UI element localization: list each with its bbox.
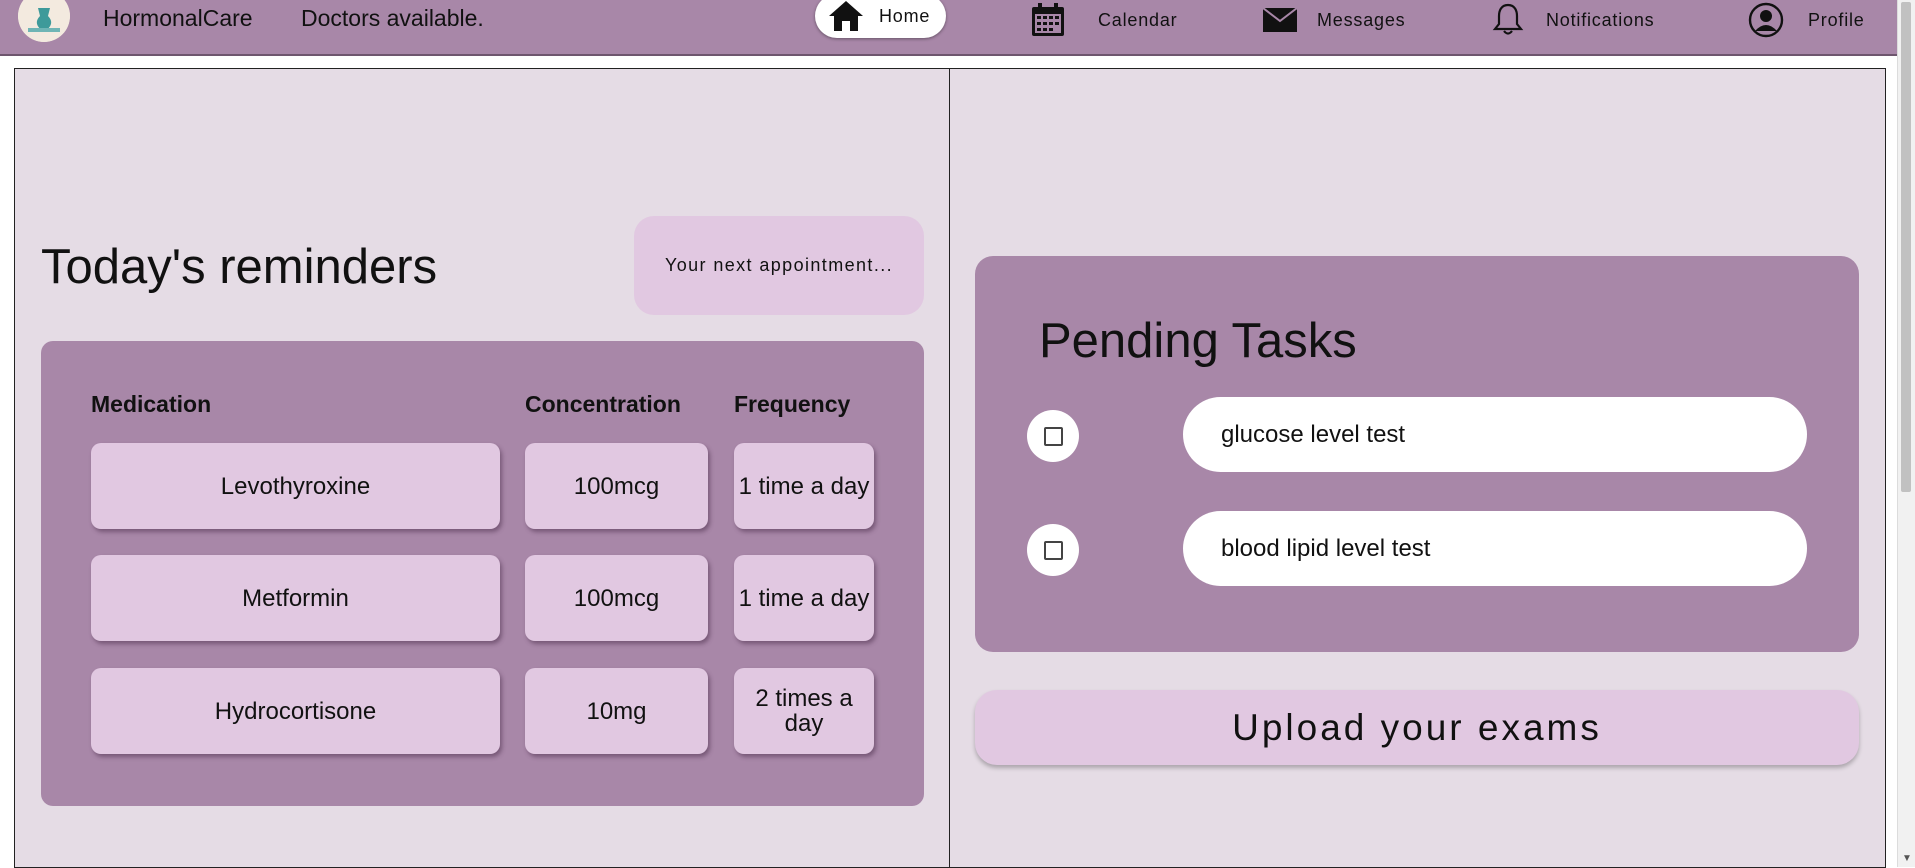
nav-messages[interactable]: Messages	[1263, 0, 1405, 40]
medication-cell: Metformin	[91, 555, 500, 641]
nav-home[interactable]: Home	[815, 0, 947, 38]
medication-cell: Levothyroxine	[91, 443, 500, 529]
task-item[interactable]: blood lipid level test	[1183, 511, 1807, 586]
scroll-down-arrow-icon[interactable]: ▼	[1902, 853, 1912, 864]
nav-label: Profile	[1808, 9, 1865, 30]
reminders-title: Today's reminders	[41, 240, 438, 294]
nav-label: Calendar	[1098, 9, 1178, 30]
medication-cell: Hydrocortisone	[91, 668, 500, 754]
envelope-icon	[1263, 8, 1297, 32]
calendar-icon	[1030, 2, 1066, 38]
home-icon	[827, 0, 865, 33]
user-icon	[1748, 2, 1784, 38]
column-header-frequency: Frequency	[734, 391, 851, 417]
next-appointment-button[interactable]: Your next appointment...	[634, 216, 924, 315]
nav-label: Notifications	[1546, 9, 1655, 30]
frequency-cell: 1 time a day	[734, 443, 874, 529]
checkbox-icon	[1043, 426, 1063, 446]
concentration-cell: 10mg	[525, 668, 708, 754]
frequency-cell: 1 time a day	[734, 555, 874, 641]
task-checkbox[interactable]	[1027, 524, 1079, 576]
column-header-medication: Medication	[91, 391, 212, 417]
app-logo[interactable]	[18, 0, 70, 42]
header-tagline: Doctors available.	[301, 5, 484, 31]
nav-label: Home	[879, 5, 931, 26]
brand-name: HormonalCare	[103, 5, 253, 31]
checkbox-icon	[1043, 540, 1063, 560]
frequency-cell: 2 times a day	[734, 668, 874, 754]
pending-tasks-title: Pending Tasks	[1039, 314, 1357, 368]
bell-icon	[1490, 2, 1526, 38]
nav-profile[interactable]: Profile	[1748, 0, 1865, 40]
upload-exams-button[interactable]: Upload your exams	[975, 690, 1859, 765]
vertical-scrollbar[interactable]: ▼	[1897, 0, 1915, 867]
scrollbar-thumb[interactable]	[1901, 2, 1911, 492]
tasks-panel: Pending Tasks glucose level test blood l…	[949, 68, 1886, 868]
nav-notifications[interactable]: Notifications	[1490, 0, 1654, 40]
medication-table: Medication Concentration Frequency Levot…	[41, 341, 924, 806]
task-item[interactable]: glucose level test	[1183, 397, 1807, 472]
column-header-concentration: Concentration	[525, 391, 681, 417]
concentration-cell: 100mcg	[525, 443, 708, 529]
pending-tasks-card: Pending Tasks glucose level test blood l…	[975, 256, 1859, 652]
top-navbar: HormonalCare Doctors available. Home Cal…	[0, 0, 1898, 56]
nav-label: Messages	[1317, 9, 1406, 30]
nav-calendar[interactable]: Calendar	[1030, 0, 1177, 40]
task-checkbox[interactable]	[1027, 410, 1079, 462]
reminders-panel: Today's reminders Your next appointment.…	[14, 68, 950, 868]
concentration-cell: 100mcg	[525, 555, 708, 641]
